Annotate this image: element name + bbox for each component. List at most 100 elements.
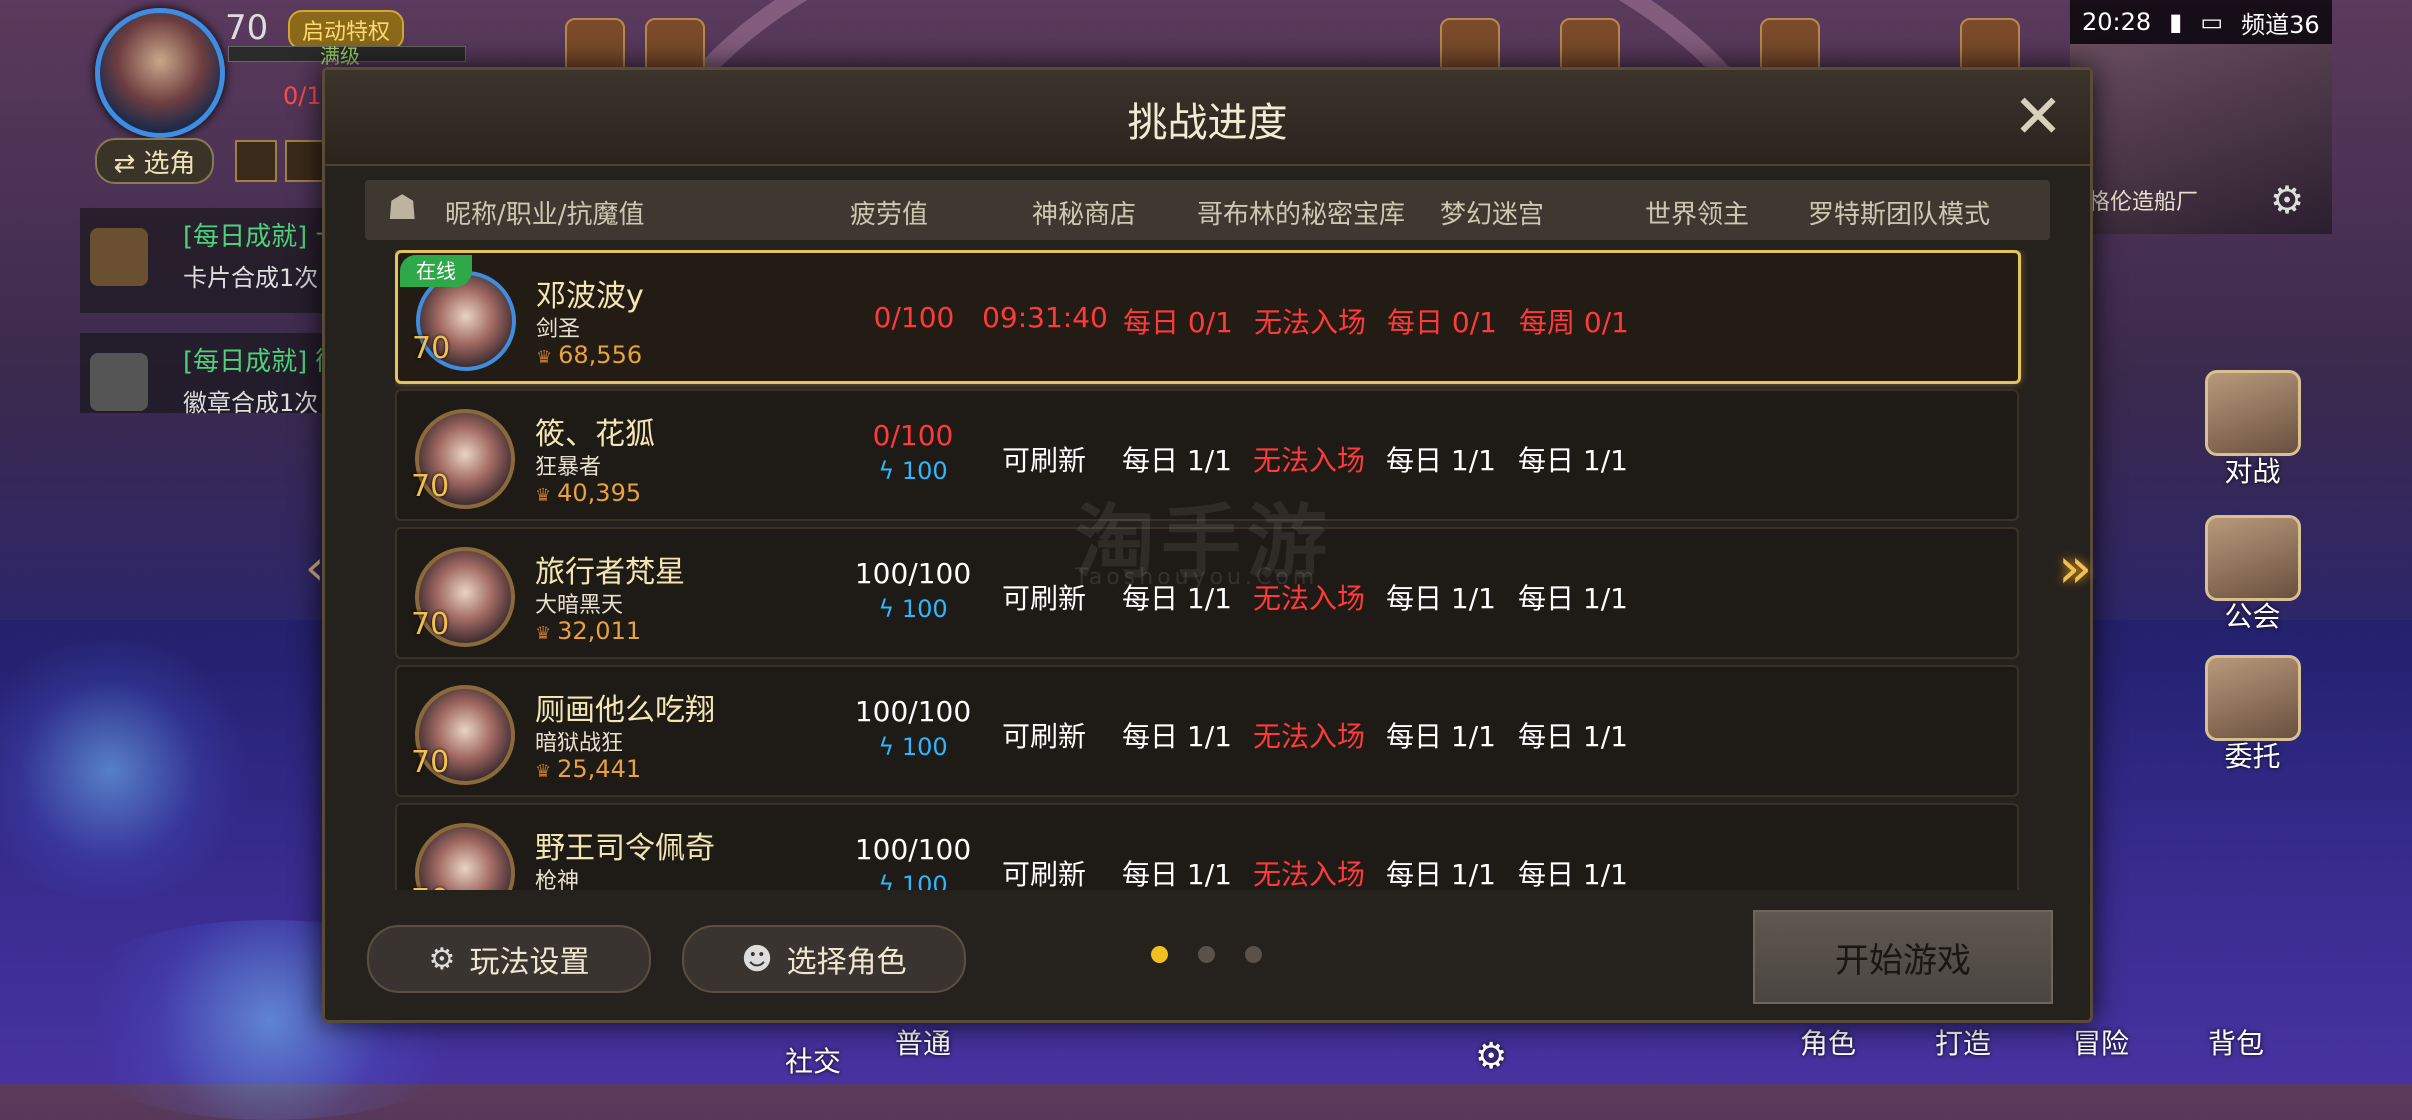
power-value: 32,011 (557, 617, 642, 645)
chevron-right-icon[interactable]: » (2058, 536, 2092, 601)
select-role-label: 选择角色 (786, 945, 907, 980)
guild-banner-icon (2204, 515, 2301, 601)
scroll-icon (90, 228, 148, 286)
page-dot[interactable] (1151, 946, 1168, 963)
chevron-left-icon[interactable]: ‹ (305, 540, 324, 596)
page-indicator (1151, 946, 1262, 963)
select-role-button[interactable]: ☻ 选择角色 (682, 925, 966, 993)
character-job: 枪神 (535, 869, 580, 890)
battle-label: 对战 (2224, 455, 2281, 488)
commission-button[interactable]: 委托 (2195, 655, 2310, 775)
lightning-icon: ϟ (878, 595, 902, 623)
character-icon: ☻ (741, 941, 773, 977)
fatigue-bonus-value: 100 (901, 457, 948, 485)
online-badge: 在线 (400, 255, 472, 287)
commission-label: 委托 (2224, 740, 2281, 773)
modal-header: 挑战进度 ✕ (325, 70, 2090, 166)
nav-character[interactable]: 角色 (1800, 1022, 1856, 1062)
col-header-shop: 神秘商店 (1032, 200, 1137, 230)
quest-desc: 徽章合成1次 (183, 389, 319, 417)
character-level: 70 (411, 883, 449, 890)
character-job: 剑圣 (536, 317, 581, 342)
battery-icon: ▭ (2200, 8, 2224, 36)
lightning-icon: ϟ (878, 457, 902, 485)
quest-title: [每日成就] 徽 (183, 347, 342, 377)
player-avatar[interactable] (95, 8, 225, 138)
character-level: 70 (411, 607, 450, 642)
gameplay-settings-button[interactable]: ⚙ 玩法设置 (367, 925, 651, 993)
character-level: 70 (411, 469, 450, 504)
minimap-location: 格伦造船厂 (2088, 190, 2199, 215)
nav-adventure[interactable]: 冒险 (2073, 1022, 2129, 1062)
quest-item[interactable]: [每日成就] 卡 卡片合成1次 (80, 208, 342, 313)
channel-label: 频道36 (2241, 10, 2320, 39)
power-icon: ♛ (535, 623, 552, 644)
lotus-value: 每周 0/1 (1519, 306, 1629, 339)
character-power: ♛ 40,395 (535, 479, 641, 507)
fatigue-bonus-value: 100 (901, 595, 948, 623)
helmet-icon: ☗ (387, 188, 418, 228)
power-icon: ♛ (535, 761, 552, 782)
signal-icon: ▮ (2169, 8, 2183, 36)
guild-label: 公会 (2224, 600, 2281, 633)
lightning-icon: ϟ (878, 871, 902, 890)
buff-icon[interactable] (285, 140, 327, 182)
fatigue-bonus-value: 100 (901, 733, 948, 761)
character-power: ♛ 68,556 (536, 341, 642, 369)
quest-item[interactable]: [每日成就] 徽 徽章合成1次 (80, 333, 342, 417)
table-row[interactable]: 70 野王司令佩奇 枪神 100/100 ϟ 100 可刷新 每日 1/1 无法… (395, 803, 2019, 890)
page-dot[interactable] (1198, 946, 1215, 963)
col-header-goblin: 哥布林的秘密宝库 (1197, 200, 1406, 230)
character-job: 大暗黑天 (535, 593, 624, 618)
gear-icon[interactable]: ⚙ (2270, 178, 2304, 222)
character-name: 野王司令佩奇 (535, 831, 715, 866)
character-name: 旅行者梵星 (535, 555, 685, 590)
guild-button[interactable]: 公会 (2195, 515, 2310, 635)
lotus-value: 每日 1/1 (1518, 582, 1628, 615)
character-power: ♛ 25,441 (535, 755, 641, 783)
character-avatar (415, 823, 515, 890)
nav-normal[interactable]: 普通 (895, 1022, 951, 1062)
character-power: ♛ 32,011 (535, 617, 641, 645)
quest-desc: 卡片合成1次 (183, 264, 319, 292)
nav-bag[interactable]: 背包 (2208, 1022, 2264, 1062)
status-bar: 20:28 ▮ ▭ 频道36 (2070, 0, 2332, 44)
quest-title: [每日成就] 卡 (183, 222, 342, 252)
lotus-value: 每日 1/1 (1518, 720, 1628, 753)
character-name: 邓波波y (536, 279, 644, 314)
character-job: 暗狱战狂 (535, 731, 624, 756)
page-dot[interactable] (1245, 946, 1262, 963)
power-value: 68,556 (558, 341, 643, 369)
col-header-fatigue: 疲劳值 (850, 200, 929, 230)
buff-icon[interactable] (235, 140, 277, 182)
lotus-value: 每日 1/1 (1518, 444, 1628, 477)
character-level: 70 (411, 745, 450, 780)
notice-board-icon (2204, 655, 2301, 741)
col-header-lord: 世界领主 (1645, 200, 1750, 230)
gear-icon: ⚙ (428, 941, 456, 977)
watermark-sub: Taoshouyou.Com (1075, 565, 1319, 590)
power-value: 25,441 (557, 755, 642, 783)
character-name: 筱、花狐 (535, 417, 655, 452)
power-icon: ♛ (535, 485, 552, 506)
switch-character-button[interactable]: ⇄ 选角 (95, 138, 214, 184)
clock: 20:28 (2082, 8, 2152, 36)
power-value: 40,395 (557, 479, 642, 507)
col-header-maze: 梦幻迷宫 (1440, 200, 1545, 230)
table-row[interactable]: 70 厕画他么吃翔 暗狱战狂 ♛ 25,441 100/100 ϟ 100 可刷新… (395, 665, 2019, 797)
table-row[interactable]: 70 在线 邓波波y 剑圣 ♛ 68,556 0/100 09:31:40 每日 … (395, 250, 2021, 384)
character-level: 70 (412, 331, 451, 366)
fatigue-bonus-value: 100 (901, 871, 948, 890)
start-game-button[interactable]: 开始游戏 (1753, 910, 2053, 1004)
exp-bar-label: 满级 (320, 44, 360, 68)
modal-title: 挑战进度 (1127, 100, 1288, 146)
character-job: 狂暴者 (535, 455, 602, 480)
power-icon: ♛ (536, 347, 553, 368)
lotus-value: 每日 1/1 (1518, 858, 1628, 890)
close-icon[interactable]: ✕ (2011, 87, 2065, 147)
nav-social[interactable]: 社交 (785, 1040, 841, 1080)
nav-craft[interactable]: 打造 (1935, 1022, 1991, 1062)
player-level: 70 (225, 8, 269, 48)
gear-icon[interactable]: ⚙ (1475, 1036, 1507, 1077)
battle-button[interactable]: 对战 (2195, 370, 2310, 490)
